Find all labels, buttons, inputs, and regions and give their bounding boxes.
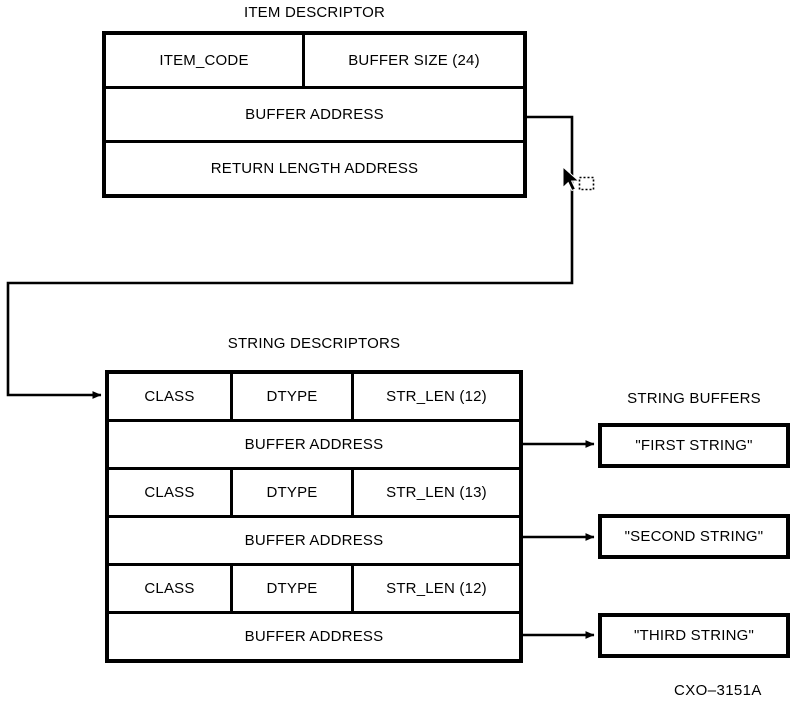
string-buffer-box-2: "SECOND STRING" bbox=[598, 514, 790, 559]
cell-class-2: CLASS bbox=[109, 470, 233, 515]
cell-dtype-2: DTYPE bbox=[233, 470, 354, 515]
cell-buffer-address: BUFFER ADDRESS bbox=[106, 89, 523, 140]
item-descriptor-row-2: BUFFER ADDRESS bbox=[106, 89, 523, 143]
string-buffer-box-1: "FIRST STRING" bbox=[598, 423, 790, 468]
string-buffers-title: STRING BUFFERS bbox=[627, 390, 761, 407]
cell-buffer-address-2: BUFFER ADDRESS bbox=[109, 518, 519, 563]
cell-str-len-2: STR_LEN (13) bbox=[354, 470, 519, 515]
item-descriptor-row-3: RETURN LENGTH ADDRESS bbox=[106, 143, 523, 194]
cell-str-len-3: STR_LEN (12) bbox=[354, 566, 519, 611]
string-descriptor-row-6: BUFFER ADDRESS bbox=[109, 614, 519, 659]
item-descriptor-row-1: ITEM_CODE BUFFER SIZE (24) bbox=[106, 35, 523, 89]
string-descriptor-row-5: CLASS DTYPE STR_LEN (12) bbox=[109, 566, 519, 614]
cell-buffer-address-1: BUFFER ADDRESS bbox=[109, 422, 519, 467]
string-descriptor-row-4: BUFFER ADDRESS bbox=[109, 518, 519, 566]
string-buffer-box-3: "THIRD STRING" bbox=[598, 613, 790, 658]
figure-id-label: CXO–3151A bbox=[674, 682, 762, 699]
mouse-cursor-icon bbox=[562, 166, 595, 192]
figure-canvas: ITEM DESCRIPTOR ITEM_CODE BUFFER SIZE (2… bbox=[0, 0, 799, 713]
string-descriptors-title: STRING DESCRIPTORS bbox=[227, 335, 401, 352]
cell-item-code: ITEM_CODE bbox=[106, 35, 305, 86]
cell-class-3: CLASS bbox=[109, 566, 233, 611]
string-descriptor-row-2: BUFFER ADDRESS bbox=[109, 422, 519, 470]
cell-buffer-size: BUFFER SIZE (24) bbox=[305, 35, 523, 86]
cell-dtype-3: DTYPE bbox=[233, 566, 354, 611]
string-descriptor-row-3: CLASS DTYPE STR_LEN (13) bbox=[109, 470, 519, 518]
item-descriptor-title: ITEM DESCRIPTOR bbox=[243, 4, 386, 21]
cell-return-length-address: RETURN LENGTH ADDRESS bbox=[106, 143, 523, 194]
cell-str-len-1: STR_LEN (12) bbox=[354, 374, 519, 419]
cell-dtype-1: DTYPE bbox=[233, 374, 354, 419]
string-descriptor-row-1: CLASS DTYPE STR_LEN (12) bbox=[109, 374, 519, 422]
string-descriptors-box: CLASS DTYPE STR_LEN (12) BUFFER ADDRESS … bbox=[105, 370, 523, 663]
item-descriptor-box: ITEM_CODE BUFFER SIZE (24) BUFFER ADDRES… bbox=[102, 31, 527, 198]
cell-class-1: CLASS bbox=[109, 374, 233, 419]
cell-buffer-address-3: BUFFER ADDRESS bbox=[109, 614, 519, 659]
